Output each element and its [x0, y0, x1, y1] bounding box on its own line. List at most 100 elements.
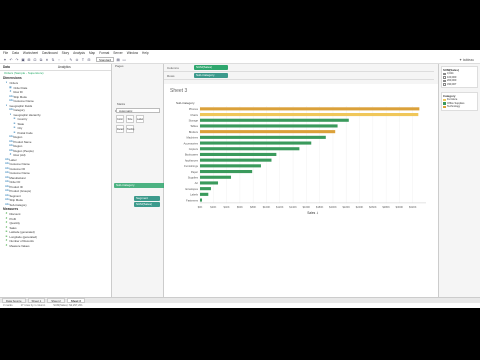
x-tick-label: $60K: [237, 205, 243, 209]
rows-pill[interactable]: Sub-Category: [194, 73, 228, 78]
duplicate-icon[interactable]: ⧉: [39, 58, 43, 62]
menu-item-data[interactable]: Data: [12, 51, 19, 55]
tab-analytics[interactable]: Analytics: [55, 65, 74, 69]
bar: [200, 141, 312, 145]
show-me-button[interactable]: ✦ tableau: [459, 58, 474, 62]
marks-pill-1[interactable]: Segment: [134, 196, 160, 201]
menu-item-worksheet[interactable]: Worksheet: [23, 51, 38, 55]
field-type-icon: #: [5, 243, 8, 247]
color-legend: Category Furniture Office Supplies Technol…: [441, 92, 478, 111]
marks-detail-button[interactable]: Detail: [116, 125, 124, 133]
x-tick-label: $160K: [303, 205, 311, 209]
menu-item-dashboard[interactable]: Dashboard: [42, 51, 58, 55]
undo-icon[interactable]: ↶: [9, 58, 13, 62]
menu-item-window[interactable]: Window: [127, 51, 138, 55]
field-type-icon: ▾: [5, 81, 8, 84]
menu-item-map[interactable]: Map: [89, 51, 95, 55]
menu-item-format[interactable]: Format: [99, 51, 109, 55]
category-label: Phones: [189, 107, 199, 111]
category-label: Paper: [191, 170, 198, 174]
label-icon[interactable]: T: [81, 58, 85, 62]
x-tick-label: $200K: [329, 205, 337, 209]
bar: [200, 152, 277, 156]
category-label: Fasteners: [186, 198, 199, 202]
bar: [200, 170, 253, 174]
marks-pill-2[interactable]: SUM(Sales): [134, 202, 160, 207]
viz-canvas[interactable]: Sheet 3 Sub-Category $0K $20K $40K $60K $80K $…: [164, 84, 438, 297]
save-icon[interactable]: ▣: [21, 58, 25, 62]
size-legend: SUM(Sales) 3,024 100,000 200,000 330,007: [441, 66, 478, 88]
size-swatch: [443, 79, 446, 82]
bar: [200, 107, 420, 111]
menu-item-analysis[interactable]: Analysis: [73, 51, 85, 55]
status-text: 3 marks: [3, 304, 13, 307]
color-swatch: [443, 102, 446, 105]
x-tick-label: $260K: [369, 205, 377, 209]
group-icon[interactable]: ⊙: [75, 58, 79, 62]
tab-data[interactable]: Data: [0, 65, 13, 69]
x-tick-label: $220K: [342, 205, 350, 209]
category-label: Labels: [190, 193, 199, 197]
category-label: Supplies: [188, 176, 199, 180]
mark-type-select[interactable]: Automatic: [116, 108, 160, 113]
size-legend-item: 330,007: [443, 83, 476, 87]
marks-tooltip-button[interactable]: Tooltip: [126, 125, 134, 133]
menu-item-story[interactable]: Story: [62, 51, 69, 55]
fit-select[interactable]: Standard: [96, 57, 115, 62]
x-tick-label: $300K: [396, 205, 404, 209]
measure-field[interactable]: # Measure Values: [0, 244, 111, 249]
bar: [200, 113, 419, 117]
clear-icon[interactable]: ✕: [45, 58, 49, 62]
marks-color-button[interactable]: Color: [116, 115, 124, 123]
highlight-icon[interactable]: ✎: [69, 58, 73, 62]
swap-icon[interactable]: ⇅: [51, 58, 55, 62]
menu-item-file[interactable]: File: [3, 51, 8, 55]
marks-label-button[interactable]: Label: [136, 115, 144, 123]
sort-desc-icon[interactable]: ↓: [63, 58, 67, 62]
cards-column: Pages Filters Marks Automatic ColorSizeL…: [112, 64, 172, 297]
new-datasource-icon[interactable]: ⊞: [27, 58, 31, 62]
new-sheet-icon[interactable]: ⊡: [33, 58, 37, 62]
color-swatch: [443, 105, 446, 108]
chart-icon[interactable]: ▤: [116, 58, 120, 62]
bar-chart: Sub-Category $0K $20K $40K $60K $80K $100K $120…: [176, 101, 426, 215]
category-label: Binders: [189, 130, 199, 134]
bar: [200, 198, 203, 202]
size-legend-label: 330,007: [447, 82, 457, 86]
color-swatch: [443, 98, 446, 101]
sort-asc-icon[interactable]: ↑: [57, 58, 61, 62]
marks-size-button[interactable]: Size: [126, 115, 134, 123]
category-label: Art: [195, 181, 199, 185]
bar: [200, 135, 326, 139]
x-tick-label: $80K: [250, 205, 256, 209]
x-tick-label: $100K: [263, 205, 271, 209]
category-label: Machines: [186, 136, 198, 140]
bar: [200, 124, 338, 128]
category-label: Accessories: [184, 141, 199, 145]
present-icon[interactable]: ▭: [122, 58, 126, 62]
menu-item-help[interactable]: Help: [142, 51, 149, 55]
rows-label: Rows: [167, 73, 175, 78]
bar: [200, 192, 209, 196]
menu-item-server[interactable]: Server: [113, 51, 122, 55]
bar: [200, 164, 261, 168]
rows-shelf[interactable]: Rows Sub-Category: [164, 72, 434, 80]
bar: [200, 130, 336, 134]
columns-pill[interactable]: SUM(Sales): [194, 65, 228, 70]
redo-icon[interactable]: ↷: [15, 58, 19, 62]
shelves: Columns SUM(Sales) Rows Sub-Category: [164, 64, 434, 84]
x-tick-label: $0K: [198, 205, 203, 209]
fix-axes-icon[interactable]: ⊟: [87, 58, 91, 62]
columns-label: Columns: [167, 65, 179, 70]
x-tick-label: $40K: [224, 205, 230, 209]
x-tick-label: $20K: [210, 205, 216, 209]
marks-card-title: Marks: [117, 102, 126, 106]
status-text: 17 rows by 1 column: [20, 304, 46, 307]
columns-shelf[interactable]: Columns SUM(Sales): [164, 64, 434, 72]
color-legend-item[interactable]: Technology: [443, 105, 476, 109]
tableau-window: File Data Worksheet Dashboard Story Analysis M…: [0, 50, 480, 308]
field-type-icon: ▾: [5, 103, 8, 107]
size-swatch: [443, 83, 446, 86]
x-tick-label: $320K: [409, 205, 417, 209]
size-swatch: [443, 76, 446, 79]
